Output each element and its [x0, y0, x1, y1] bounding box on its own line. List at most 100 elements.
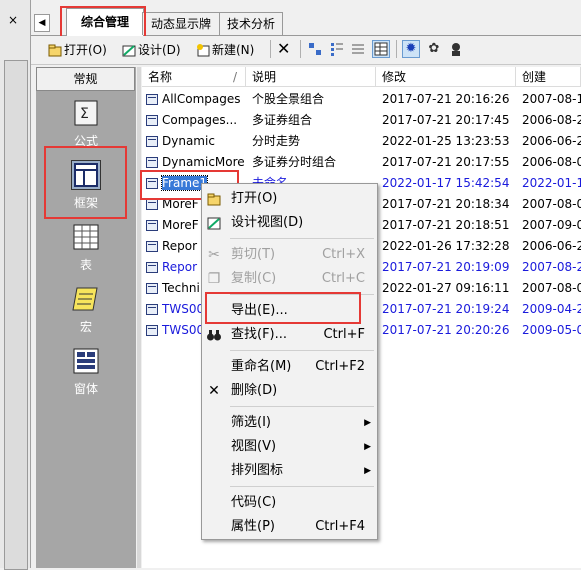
frame-file-icon	[146, 157, 158, 168]
context-menu: 打开(O) 设计视图(D) ✂ 剪切(T) Ctrl+X ❐ 复制(C) Ctrl+…	[201, 183, 378, 540]
svg-text:Σ: Σ	[80, 106, 89, 122]
menu-separator	[230, 406, 374, 407]
category-macro[interactable]: 宏	[36, 284, 136, 335]
column-header-created[interactable]: 创建	[516, 67, 581, 87]
frame-file-icon	[146, 199, 158, 210]
frame-file-icon	[146, 94, 158, 105]
left-panel-strip: ×	[0, 0, 31, 570]
formula-icon: Σ	[71, 98, 101, 128]
row-modified-cell: 2022-01-17 15:42:54	[382, 176, 510, 190]
user-icon[interactable]	[448, 41, 464, 57]
menu-item-view[interactable]: 视图(V) ▶	[202, 435, 377, 459]
menu-item-properties[interactable]: 属性(P) Ctrl+F4	[202, 515, 377, 539]
row-name-cell: Dynamic	[146, 131, 246, 152]
row-modified-cell: 2017-07-21 20:19:09	[382, 260, 510, 274]
column-header-description[interactable]: 说明	[246, 67, 376, 87]
row-created-cell: 2007-08-0	[522, 197, 581, 211]
row-created-cell: 2006-06-2	[522, 134, 581, 148]
row-modified-cell: 2022-01-25 13:23:53	[382, 134, 510, 148]
row-desc-cell: 多证券分时组合	[252, 155, 337, 169]
details-view-icon[interactable]	[372, 40, 390, 58]
column-header-modified[interactable]: 修改	[376, 67, 516, 87]
toolbar-separator	[396, 40, 397, 58]
submenu-arrow-icon: ▶	[364, 466, 371, 476]
open-icon	[48, 43, 62, 57]
row-created-cell: 2022-01-1	[522, 176, 581, 190]
row-desc-cell: 分时走势	[252, 134, 301, 148]
column-header-name[interactable]: 名称 /	[142, 67, 246, 87]
menu-item-design-view[interactable]: 设计视图(D)	[202, 211, 377, 235]
delete-icon: ✕	[208, 383, 220, 399]
menu-separator	[230, 238, 374, 239]
gear-icon[interactable]: ✿	[426, 41, 442, 57]
tab-scroll-left-icon[interactable]: ◀	[34, 14, 50, 32]
design-view-icon	[206, 215, 222, 231]
binoculars-icon	[206, 327, 222, 343]
menu-item-copy[interactable]: ❐ 复制(C) Ctrl+C	[202, 267, 377, 291]
row-created-cell: 2006-08-2	[522, 113, 581, 127]
menu-item-filter[interactable]: 筛选(I) ▶	[202, 411, 377, 435]
row-created-cell: 2006-08-0	[522, 155, 581, 169]
row-created-cell: 2007-08-1	[522, 92, 581, 106]
tab-technical-analysis[interactable]: 技术分析	[219, 12, 283, 35]
category-macro-label: 宏	[79, 320, 92, 334]
row-created-cell: 2009-04-2	[522, 302, 581, 316]
left-panel-inner	[4, 60, 28, 570]
row-desc-cell: 多证券组合	[252, 113, 313, 127]
table-row[interactable]: Dynamic 分时走势 2022-01-25 13:23:53 2006-06-2	[142, 131, 581, 152]
category-table-label: 表	[79, 258, 92, 272]
row-modified-cell: 2017-07-21 20:18:51	[382, 218, 510, 232]
submenu-arrow-icon: ▶	[364, 442, 371, 452]
list-view-icon[interactable]	[351, 42, 365, 56]
menu-item-delete[interactable]: ✕ 删除(D)	[202, 379, 377, 403]
new-button-label: 新建(N)	[212, 43, 255, 57]
macro-icon	[71, 284, 101, 314]
submenu-arrow-icon: ▶	[364, 418, 371, 428]
panel-splitter[interactable]	[137, 67, 141, 568]
menu-separator	[230, 350, 374, 351]
small-icons-view-icon[interactable]	[330, 42, 344, 56]
new-button[interactable]: 新建(N)	[196, 40, 254, 60]
tab-dynamic-board[interactable]: 动态显示牌	[142, 12, 220, 35]
settings-gear-icon[interactable]: ✹	[402, 40, 420, 58]
table-row[interactable]: Compages... 多证券组合 2017-07-21 20:17:45 2006-…	[142, 110, 581, 131]
menu-item-arrange-icons[interactable]: 排列图标 ▶	[202, 459, 377, 483]
design-button[interactable]: 设计(D)	[122, 40, 181, 60]
toolbar	[31, 36, 581, 65]
toolbar-separator	[270, 40, 271, 58]
row-name-cell: AllCompages	[146, 89, 246, 110]
row-modified-cell: 2017-07-21 20:17:55	[382, 155, 510, 169]
close-icon[interactable]: ×	[8, 14, 20, 26]
menu-separator	[230, 486, 374, 487]
form-icon	[71, 346, 101, 376]
open-icon	[206, 191, 222, 207]
large-icons-view-icon[interactable]	[308, 42, 322, 56]
menu-item-cut[interactable]: ✂ 剪切(T) Ctrl+X	[202, 243, 377, 267]
highlight-box-frame	[44, 146, 127, 219]
highlight-box-tab	[60, 6, 146, 40]
frame-file-icon	[146, 283, 158, 294]
row-created-cell: 2006-06-2	[522, 239, 581, 253]
row-modified-cell: 2022-01-26 17:32:28	[382, 239, 510, 253]
design-icon	[122, 43, 136, 57]
open-button-label: 打开(O)	[64, 43, 107, 57]
row-created-cell: 2009-05-0	[522, 323, 581, 337]
row-modified-cell: 2017-07-21 20:17:45	[382, 113, 510, 127]
menu-item-find[interactable]: 查找(F)... Ctrl+F	[202, 323, 377, 347]
frame-file-icon	[146, 325, 158, 336]
open-button[interactable]: 打开(O)	[48, 40, 107, 60]
category-header[interactable]: 常规	[36, 67, 135, 91]
category-table[interactable]: 表	[36, 222, 136, 273]
table-row[interactable]: AllCompages 个股全景组合 2017-07-21 20:16:26 2007…	[142, 89, 581, 110]
row-modified-cell: 2017-07-21 20:20:26	[382, 323, 510, 337]
menu-item-code[interactable]: 代码(C)	[202, 491, 377, 515]
copy-icon: ❐	[207, 271, 221, 287]
frame-file-icon	[146, 241, 158, 252]
delete-icon[interactable]: ✕	[277, 41, 293, 57]
row-created-cell: 2007-08-2	[522, 260, 581, 274]
menu-item-rename[interactable]: 重命名(M) Ctrl+F2	[202, 355, 377, 379]
category-formula[interactable]: Σ 公式	[36, 98, 136, 149]
table-icon	[71, 222, 101, 252]
category-form[interactable]: 窗体	[36, 346, 136, 397]
menu-item-open[interactable]: 打开(O)	[202, 187, 377, 211]
